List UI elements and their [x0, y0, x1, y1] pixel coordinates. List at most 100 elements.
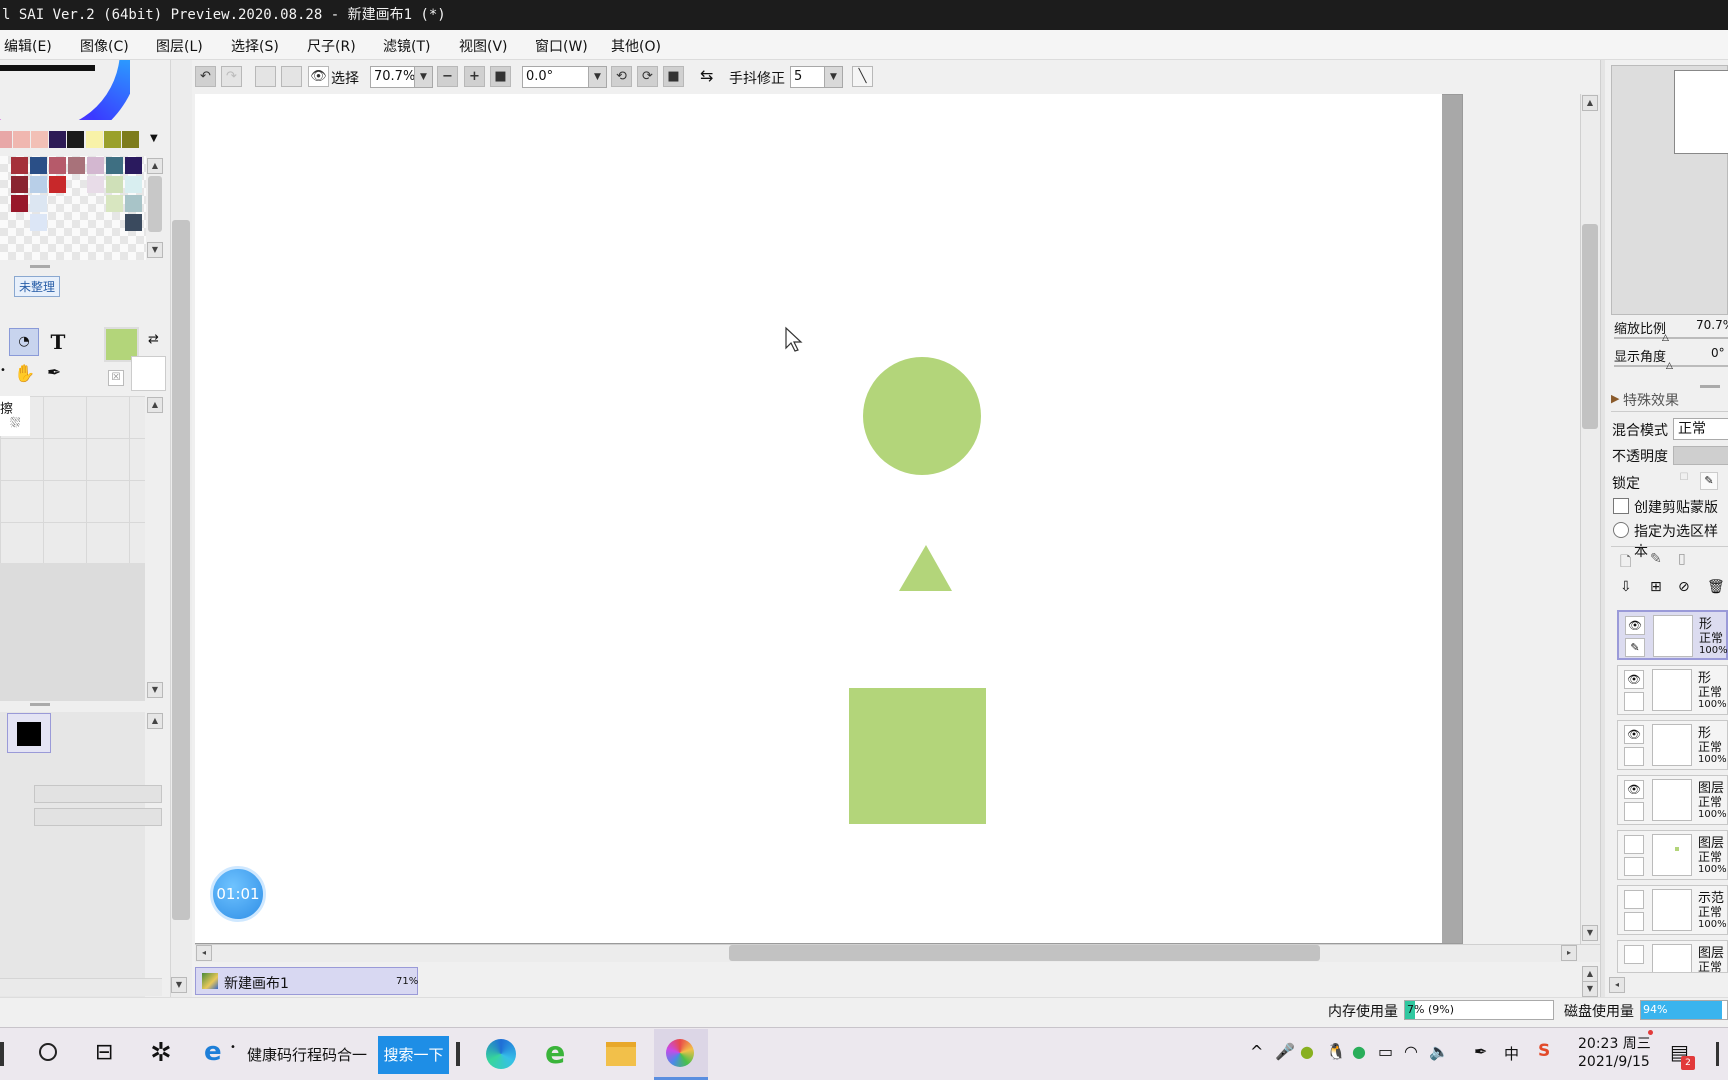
edge-browser-icon[interactable] — [486, 1039, 516, 1069]
left-panel-scrollbar-thumb[interactable] — [172, 220, 190, 920]
selection-source-radio[interactable] — [1613, 522, 1629, 538]
chevron-down-icon[interactable]: ▼ — [824, 67, 842, 87]
color-swatch[interactable] — [67, 131, 84, 148]
pencil-slot[interactable] — [1624, 912, 1644, 931]
green-triangle-shape[interactable] — [899, 545, 952, 591]
lock-paint-icon[interactable]: ✎ — [1700, 472, 1718, 490]
slider-handle-icon[interactable]: △ — [1666, 361, 1673, 371]
eye-icon[interactable]: 👁 — [308, 66, 329, 87]
new-linework-layer-icon[interactable]: ✎ — [1650, 551, 1662, 567]
layer-row[interactable]: 👁 ✎ 形 正常 100% — [1617, 610, 1728, 660]
text-tool-icon[interactable]: T — [45, 328, 71, 356]
panel-resize-handle[interactable] — [1700, 385, 1720, 388]
tray-chevron-up-icon[interactable]: ^ — [1250, 1042, 1263, 1061]
start-button[interactable] — [0, 1042, 4, 1066]
microphone-icon[interactable]: 🎤 — [1275, 1042, 1295, 1061]
opacity-slider[interactable] — [1673, 446, 1728, 465]
palette-swatch[interactable] — [30, 176, 47, 193]
menu-filter[interactable]: 滤镜(T) — [383, 36, 430, 56]
browser-app-icon[interactable]: e — [204, 1037, 222, 1067]
color-swatch[interactable] — [0, 131, 12, 148]
palette-swatch[interactable] — [125, 214, 142, 231]
eye-icon[interactable]: 👁 — [1624, 670, 1644, 689]
copy-layer-icon[interactable]: ⊞ — [1650, 579, 1662, 595]
tab-scroll-up-icon[interactable]: ▲ — [1582, 966, 1598, 982]
palette-swatch[interactable] — [11, 176, 28, 193]
left-panel-scroll-down-icon[interactable]: ▼ — [171, 977, 187, 993]
brush-scroll-down-icon[interactable]: ▼ — [147, 682, 163, 698]
palette-swatch[interactable] — [30, 214, 47, 231]
palette-swatch[interactable] — [11, 195, 28, 212]
show-desktop-button[interactable] — [1716, 1042, 1719, 1066]
chevron-down-icon[interactable]: ▼ — [414, 67, 432, 87]
green-circle-shape[interactable] — [863, 357, 981, 475]
hand-tool-icon[interactable]: ✋ — [14, 364, 35, 384]
palette-scroll-down-icon[interactable]: ▼ — [147, 242, 163, 258]
redo-icon[interactable]: ↷ — [221, 66, 242, 87]
chevron-down-icon[interactable]: ▼ — [588, 67, 606, 87]
layer-scroll-left-icon[interactable]: ◂ — [1609, 977, 1625, 993]
canvas-scroll-up-icon[interactable]: ▲ — [1582, 95, 1598, 111]
swap-colors-icon[interactable]: ⇄ — [148, 332, 159, 347]
task-view-icon[interactable]: ⊟ — [95, 1040, 113, 1065]
straight-line-icon[interactable]: ╲ — [852, 66, 873, 87]
stabilizer-select[interactable]: 5 ▼ — [790, 66, 843, 88]
menu-view[interactable]: 视图(V) — [459, 36, 508, 56]
palette-scrollbar-thumb[interactable] — [148, 176, 162, 232]
visibility-toggle[interactable] — [1624, 890, 1644, 909]
canvas-scroll-right-icon[interactable]: ▸ — [1561, 945, 1577, 961]
pencil-slot[interactable] — [1624, 692, 1644, 711]
layer-row[interactable]: 👁 形 正常 100% — [1617, 720, 1728, 770]
menu-layer[interactable]: 图层(L) — [156, 36, 203, 56]
zoom-select[interactable]: 70.7% ▼ — [370, 66, 433, 88]
layer-row[interactable]: 图层 正常 — [1617, 940, 1728, 973]
color-swatch[interactable] — [104, 131, 121, 148]
palette-swatch[interactable] — [30, 157, 47, 174]
palette-swatch[interactable] — [87, 157, 104, 174]
shape-tool-icon[interactable]: ◔ — [9, 328, 39, 356]
rotation-reset-icon[interactable]: ■ — [663, 66, 684, 87]
new-folder-icon[interactable]: ▯ — [1678, 551, 1686, 567]
transparent-color-icon[interactable]: ☒ — [108, 370, 124, 386]
rotation-select[interactable]: 0.0° ▼ — [522, 66, 607, 88]
pencil-slot[interactable] — [1624, 747, 1644, 766]
zoom-out-icon[interactable]: − — [437, 66, 458, 87]
canvas-scroll-down-icon[interactable]: ▼ — [1582, 925, 1598, 941]
tray-s-icon[interactable]: S — [1538, 1041, 1550, 1061]
palette-swatch[interactable] — [87, 176, 104, 193]
menu-edit[interactable]: 编辑(E) — [4, 36, 52, 56]
panel-resize-handle[interactable] — [30, 265, 50, 268]
layer-row[interactable]: 图层 正常 100% — [1617, 830, 1728, 880]
search-button[interactable]: 搜索一下 — [378, 1036, 449, 1074]
menu-image[interactable]: 图像(C) — [80, 36, 129, 56]
background-color[interactable] — [131, 356, 166, 391]
palette-scroll-up-icon[interactable]: ▲ — [147, 158, 163, 174]
eraser-brush-slot[interactable]: 擦 ⛆ — [0, 396, 30, 436]
layer-row[interactable]: 👁 图层 正常 100% — [1617, 775, 1728, 825]
eyedropper-tool-icon[interactable]: ✒ — [47, 363, 61, 383]
volume-icon[interactable]: 🔈 — [1429, 1042, 1449, 1061]
clipping-mask-checkbox[interactable] — [1613, 498, 1629, 514]
sai-taskbar-button[interactable] — [654, 1029, 708, 1080]
brush-scroll-up-icon[interactable]: ▲ — [147, 397, 163, 413]
new-layer-icon[interactable]: 🗋 — [1620, 551, 1631, 575]
clock-time[interactable]: 20:23 周三 — [1578, 1033, 1651, 1053]
panel-resize-handle[interactable] — [30, 703, 50, 706]
battery-icon[interactable]: ▭ — [1378, 1042, 1393, 1061]
deselect-icon[interactable] — [255, 66, 276, 87]
menu-window[interactable]: 窗口(W) — [535, 36, 588, 56]
pencil-slot[interactable] — [1624, 857, 1644, 876]
eye-icon[interactable]: 👁 — [1625, 616, 1645, 635]
canvas-vertical-scrollbar-thumb[interactable] — [1582, 224, 1598, 429]
search-circle-icon[interactable] — [39, 1043, 57, 1061]
menu-ruler[interactable]: 尺子(R) — [307, 36, 356, 56]
merge-down-icon[interactable]: ⇩ — [1620, 579, 1632, 595]
green-square-shape[interactable] — [849, 688, 986, 824]
pencil-slot[interactable] — [1624, 802, 1644, 821]
wifi-icon[interactable]: ◠ — [1404, 1042, 1418, 1061]
color-swatch[interactable] — [122, 131, 139, 148]
triangle-right-icon[interactable]: ▶ — [1611, 392, 1619, 405]
palette-swatch[interactable] — [30, 195, 47, 212]
color-wheel[interactable] — [0, 60, 130, 120]
ie-browser-icon[interactable]: e — [545, 1036, 565, 1071]
